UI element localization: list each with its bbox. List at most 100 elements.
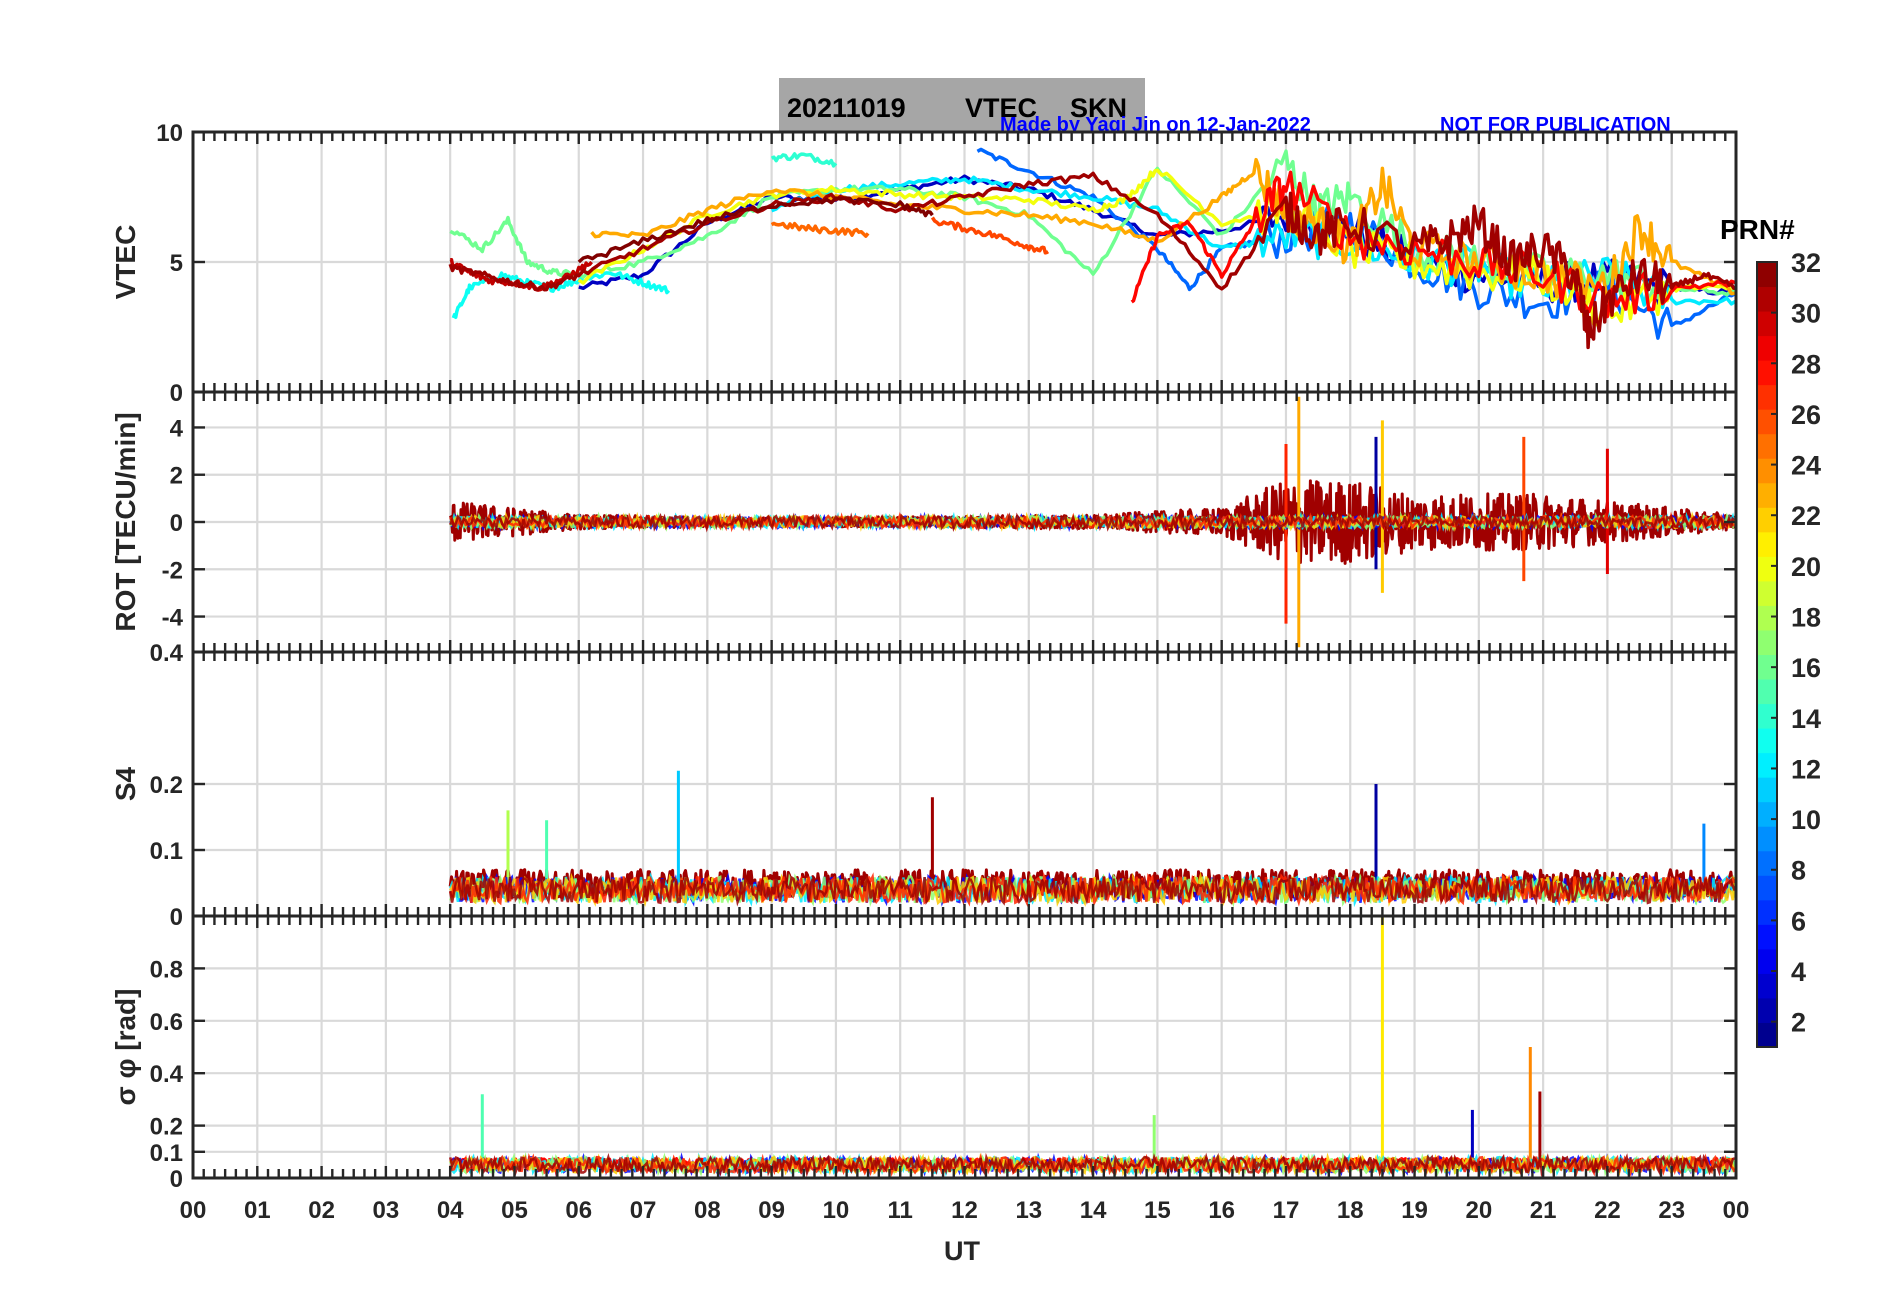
y-tick-label: 0 <box>170 1166 183 1193</box>
colorbar-tick-label: 4 <box>1791 957 1806 987</box>
y-axis-label: S4 <box>110 766 141 801</box>
x-tick-label: 06 <box>565 1197 592 1224</box>
colorbar-tick-label: 24 <box>1791 451 1821 481</box>
colorbar-tick-label: 28 <box>1791 349 1821 379</box>
y-tick-label: 10 <box>156 120 183 147</box>
x-axis-label: UT <box>944 1236 980 1266</box>
colorbar-tick-label: 6 <box>1791 906 1806 936</box>
x-tick-label: 17 <box>1273 1197 1300 1224</box>
x-tick-label: 18 <box>1337 1197 1364 1224</box>
x-tick-label: 19 <box>1401 1197 1428 1224</box>
x-tick-label: 20 <box>1465 1197 1492 1224</box>
x-tick-label: 07 <box>630 1197 657 1224</box>
colorbar-band <box>1757 311 1777 337</box>
y-tick-label: 0.1 <box>150 838 183 865</box>
colorbar-band <box>1757 531 1777 557</box>
y-axis-label: σ φ [rad] <box>110 989 141 1106</box>
y-tick-label: 5 <box>170 250 183 277</box>
colorbar-tick-label: 18 <box>1791 603 1821 633</box>
y-axis-label: ROT [TECU/min] <box>110 412 141 631</box>
colorbar-band <box>1757 850 1777 876</box>
colorbar-band <box>1757 433 1777 459</box>
figure: 20211019 VTEC SKN Made by Yaqi Jin on 12… <box>110 78 1821 1266</box>
colorbar-band <box>1757 973 1777 999</box>
x-tick-label: 13 <box>1015 1197 1042 1224</box>
y-tick-label: 2 <box>170 463 183 490</box>
colorbar-tick-label: 2 <box>1791 1008 1806 1038</box>
colorbar-tick-label: 32 <box>1791 248 1821 278</box>
colorbar-band <box>1757 924 1777 950</box>
x-tick-labels: 00 01 02 03 04 05 06 07 08 09 10 11 12 13 14 15 16 17 18 19… <box>180 1197 1750 1224</box>
title-date: 20211019 <box>787 93 906 123</box>
x-tick-label: 22 <box>1594 1197 1621 1224</box>
colorbar-tick-label: 30 <box>1791 299 1821 329</box>
colorbar-band <box>1757 752 1777 778</box>
x-tick-label: 02 <box>308 1197 335 1224</box>
colorbar-tick-label: 16 <box>1791 653 1821 683</box>
colorbar-tick-label: 8 <box>1791 856 1806 886</box>
colorbar-band <box>1757 801 1777 827</box>
colorbar-band <box>1757 679 1777 705</box>
x-tick-label: 04 <box>437 1197 464 1224</box>
colorbar-band <box>1757 556 1777 582</box>
y-tick-label: 0.8 <box>150 956 183 983</box>
x-tick-label: 11 <box>888 1197 913 1224</box>
panels: 0510VTEC-4-2024ROT [TECU/min]00.10.20.4S… <box>110 120 1738 1193</box>
colorbar-band <box>1757 335 1777 361</box>
colorbar-tick-label: 10 <box>1791 805 1821 835</box>
colorbar-band <box>1757 605 1777 631</box>
y-tick-label: 0 <box>170 904 183 931</box>
colorbar-band <box>1757 286 1777 312</box>
colorbar: 2468101214161820222426283032 <box>1756 248 1821 1048</box>
y-tick-label: 4 <box>170 415 184 442</box>
panel-rot: -4 -2 0 2 4 ROT [TECU/min] <box>110 390 1738 654</box>
x-tick-label: 08 <box>694 1197 721 1224</box>
y-tick-label: 0.2 <box>150 772 183 799</box>
colorbar-band <box>1757 997 1777 1023</box>
colorbar-band <box>1757 629 1777 655</box>
y-tick-label: 0.4 <box>150 1061 184 1088</box>
y-axis-label: VTEC <box>110 225 141 300</box>
colorbar-band <box>1757 1022 1777 1048</box>
x-tick-label: 01 <box>244 1197 271 1224</box>
x-tick-label: 09 <box>758 1197 785 1224</box>
colorbar-band <box>1757 262 1777 288</box>
x-tick-label: 00 <box>180 1197 207 1224</box>
colorbar-band <box>1757 384 1777 410</box>
y-tick-label: 0.1 <box>150 1140 183 1167</box>
colorbar-tick-label: 20 <box>1791 552 1821 582</box>
y-tick-label: 0.2 <box>150 1114 183 1141</box>
colorbar-tick-label: 14 <box>1791 704 1821 734</box>
colorbar-band <box>1757 458 1777 484</box>
y-tick-label: 0 <box>170 380 183 407</box>
x-tick-label: 21 <box>1530 1197 1557 1224</box>
x-tick-label: 14 <box>1080 1197 1107 1224</box>
colorbar-band <box>1757 703 1777 729</box>
colorbar-band <box>1757 507 1777 533</box>
colorbar-band <box>1757 728 1777 754</box>
x-tick-label: 00 <box>1723 1197 1750 1224</box>
x-tick-label: 05 <box>501 1197 528 1224</box>
y-tick-label: 0.6 <box>150 1009 183 1036</box>
panel-sigma_phi: 00.10.2 0.4 0.6 0.8 σ φ [rad] <box>110 914 1738 1193</box>
y-tick-label: 0.4 <box>150 640 184 667</box>
x-tick-label: 10 <box>823 1197 850 1224</box>
x-tick-label: 15 <box>1144 1197 1171 1224</box>
x-tick-label: 16 <box>1208 1197 1235 1224</box>
colorbar-band <box>1757 777 1777 803</box>
colorbar-tick-label: 26 <box>1791 400 1821 430</box>
y-tick-label: -4 <box>162 605 184 632</box>
colorbar-band <box>1757 580 1777 606</box>
panel-vtec: 0 5 10 VTEC <box>110 120 1738 407</box>
y-tick-label: 0 <box>170 510 183 537</box>
colorbar-tick-label: 12 <box>1791 754 1821 784</box>
colorbar-tick-label: 22 <box>1791 501 1821 531</box>
panel-s4: 0 0.1 0.2 0.4 S4 <box>110 640 1738 931</box>
colorbar-band <box>1757 826 1777 852</box>
x-tick-label: 23 <box>1658 1197 1685 1224</box>
colorbar-band <box>1757 482 1777 508</box>
colorbar-label: PRN# <box>1720 214 1795 245</box>
x-tick-label: 12 <box>951 1197 978 1224</box>
colorbar-band <box>1757 875 1777 901</box>
y-tick-label: -2 <box>162 557 183 584</box>
